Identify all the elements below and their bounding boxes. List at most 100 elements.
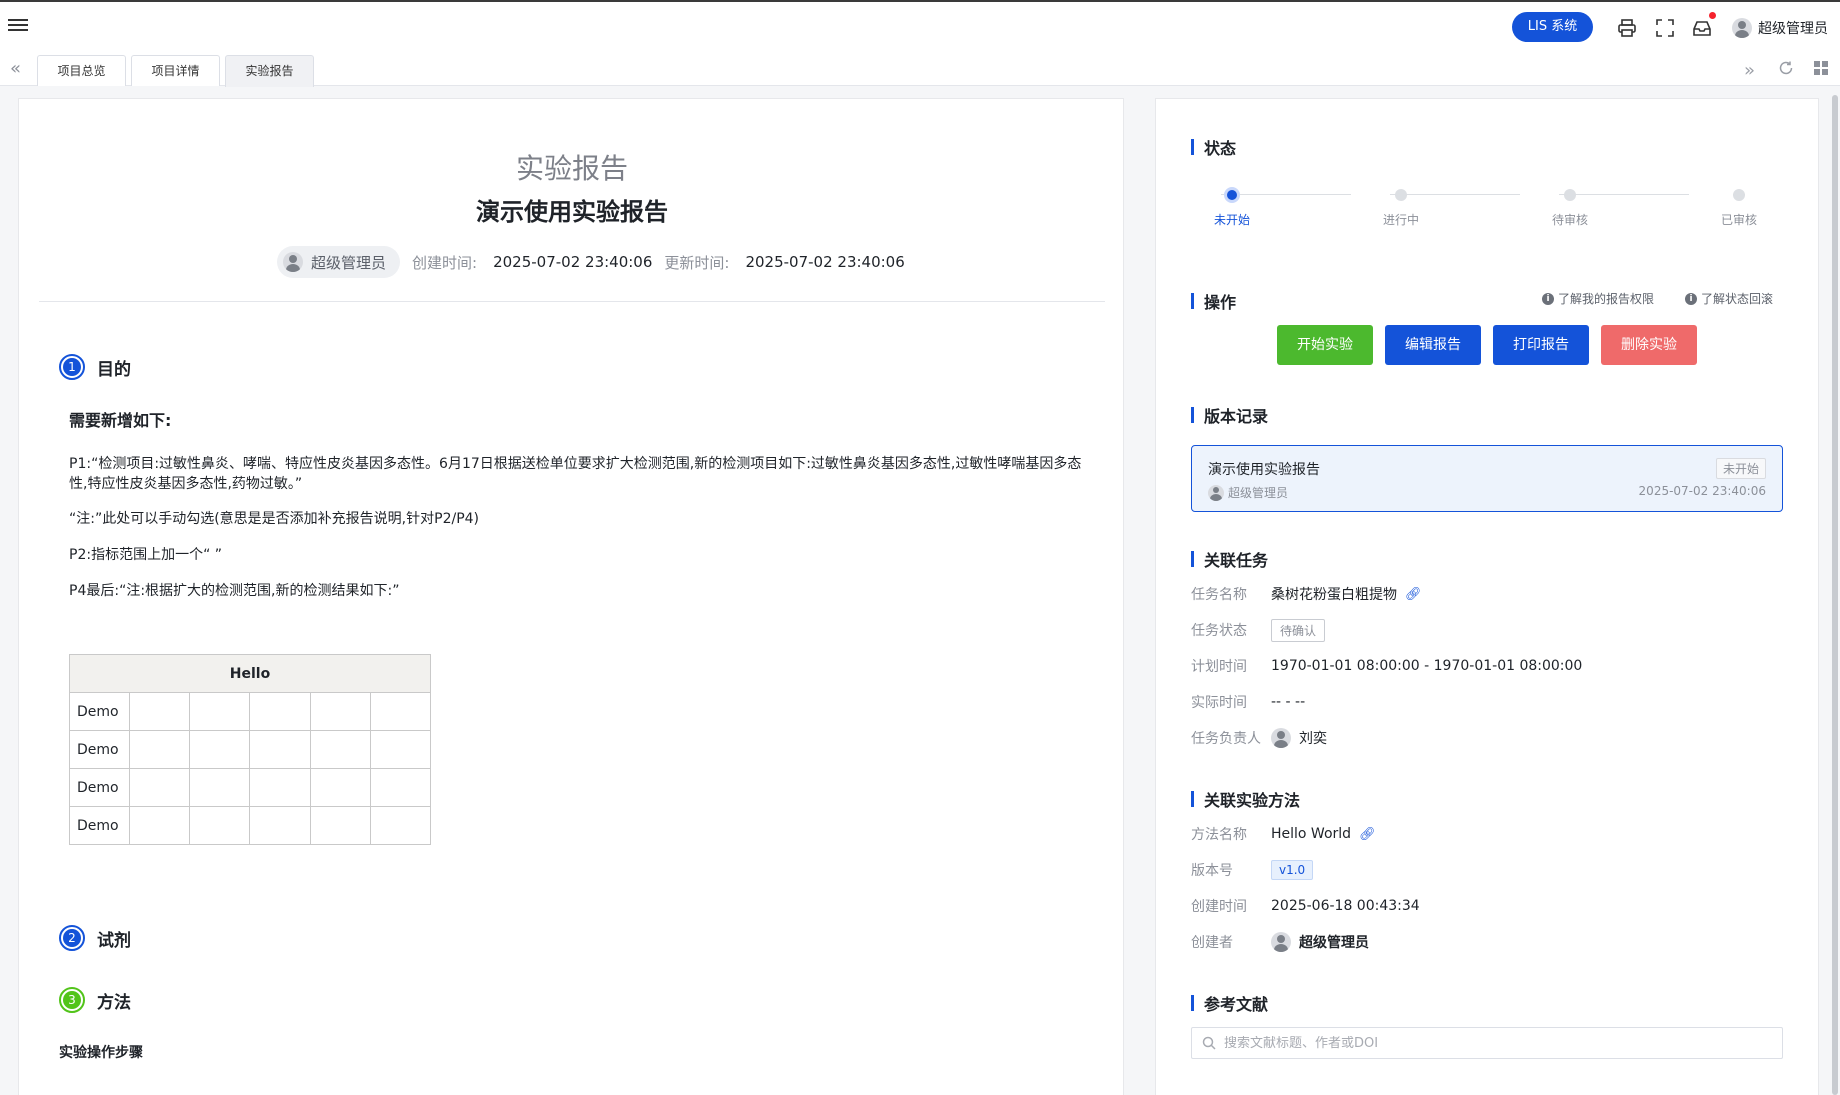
purpose-note: “注:”此处可以手动勾选(意思是是否添加补充报告说明,针对P2/P4) <box>69 511 480 527</box>
method-steps-label: 实验操作步骤 <box>59 1045 143 1061</box>
avatar <box>1208 484 1224 501</box>
method-name-row: 方法名称 Hello World 🔗︎ <box>1191 826 1376 843</box>
notification-dot <box>1709 12 1716 19</box>
section-title: 目的 <box>97 359 131 380</box>
step-in-progress: 进行中 <box>1361 189 1441 228</box>
status-badge: 未开始 <box>1715 458 1766 479</box>
report-panel: 实验报告 演示使用实验报告 超级管理员 创建时间: 2025-07-02 23:… <box>18 98 1124 1095</box>
rollback-link[interactable]: i 了解状态回滚 <box>1685 290 1773 307</box>
menu-icon[interactable] <box>8 16 28 36</box>
task-name-row: 任务名称 桑树花粉蛋白粗提物 🔗︎ <box>1191 582 1422 606</box>
version-title: 演示使用实验报告 <box>1208 462 1320 478</box>
info-icon: i <box>1542 292 1554 305</box>
user-menu[interactable]: 超级管理员 <box>1732 16 1828 40</box>
tab-project-overview[interactable]: 项目总览 <box>37 55 126 86</box>
method-created-time: 2025-06-18 00:43:34 <box>1271 898 1420 914</box>
delete-experiment-button[interactable]: 删除实验 <box>1601 325 1697 365</box>
section-number: 1 <box>59 354 85 380</box>
task-owner-row: 任务负责人 刘奕 <box>1191 726 1327 750</box>
side-panel: 状态 未开始 进行中 待审核 已审核 操作 i 了解我的报告权限 i 了解状态回… <box>1155 98 1819 1095</box>
section-reagents: 2 试剂 <box>59 925 131 951</box>
task-title: 关联任务 <box>1191 547 1268 571</box>
tab-bar: « 项目总览 项目详情 实验报告 » <box>0 52 1840 87</box>
report-meta: 超级管理员 创建时间: 2025-07-02 23:40:06 更新时间: 20… <box>277 246 905 278</box>
status-steps: 未开始 进行中 待审核 已审核 <box>1191 187 1791 249</box>
reference-search-input[interactable] <box>1224 1035 1764 1051</box>
link-icon[interactable]: 🔗︎ <box>1359 827 1376 842</box>
user-name: 超级管理员 <box>1758 21 1828 37</box>
status-title: 状态 <box>1191 135 1236 159</box>
permissions-link[interactable]: i 了解我的报告权限 <box>1542 290 1654 307</box>
refresh-icon[interactable] <box>1778 60 1794 80</box>
actual-time: -- - -- <box>1271 694 1306 710</box>
demo-table: Hello Demo Demo Demo Demo <box>68 654 432 845</box>
avatar <box>1271 728 1291 748</box>
table-row: Demo <box>68 768 432 807</box>
avatar <box>1271 932 1291 952</box>
purpose-p2: P2:指标范围上加一个“ ” <box>69 547 223 563</box>
link-icon[interactable]: 🔗︎ <box>1405 587 1422 602</box>
version-time: 2025-07-02 23:40:06 <box>1638 484 1766 498</box>
version-author: 超级管理员 <box>1208 484 1288 501</box>
tab-project-detail[interactable]: 项目详情 <box>131 55 220 86</box>
print-report-button[interactable]: 打印报告 <box>1493 325 1589 365</box>
purpose-p4: P4最后:“注:根据扩大的检测范围,新的检测结果如下:” <box>69 583 400 599</box>
top-bar: LIS 系统 超级管理员 <box>0 0 1840 52</box>
section-title: 方法 <box>97 992 131 1013</box>
reference-search[interactable] <box>1191 1027 1783 1059</box>
method-version-row: 版本号 v1.0 <box>1191 858 1314 882</box>
report-title: 演示使用实验报告 <box>476 198 668 226</box>
tab-scroll-left-icon[interactable]: « <box>10 60 21 78</box>
author-name: 超级管理员 <box>311 253 387 272</box>
divider <box>39 301 1105 302</box>
updated-label: 更新时间: <box>664 253 730 272</box>
task-status-row: 任务状态 待确认 <box>1191 618 1326 642</box>
scrollbar[interactable] <box>1832 95 1838 1095</box>
created-value: 2025-07-02 23:40:06 <box>493 253 653 271</box>
owner-name: 刘奕 <box>1299 731 1327 747</box>
section-method: 3 方法 <box>59 987 131 1013</box>
lis-system-button[interactable]: LIS 系统 <box>1512 12 1593 42</box>
inbox-icon[interactable] <box>1692 12 1716 38</box>
step-pending-review: 待审核 <box>1530 189 1610 228</box>
status-badge: 待确认 <box>1271 618 1326 642</box>
print-icon[interactable] <box>1617 18 1637 38</box>
fullscreen-icon[interactable] <box>1655 18 1675 38</box>
method-creator-row: 创建者 超级管理员 <box>1191 930 1369 954</box>
tab-scroll-right-icon[interactable]: » <box>1744 60 1755 81</box>
plan-time: 1970-01-01 08:00:00 - 1970-01-01 08:00:0… <box>1271 658 1583 674</box>
avatar <box>1732 18 1752 38</box>
task-actual-row: 实际时间 -- - -- <box>1191 694 1306 711</box>
method-name: Hello World <box>1271 826 1352 842</box>
method-title: 关联实验方法 <box>1191 787 1300 811</box>
task-name: 桑树花粉蛋白粗提物 <box>1271 587 1397 603</box>
report-label: 实验报告 <box>515 152 628 185</box>
creator-name: 超级管理员 <box>1299 935 1369 951</box>
updated-value: 2025-07-02 23:40:06 <box>745 253 905 271</box>
step-not-started: 未开始 <box>1192 187 1272 228</box>
author-chip: 超级管理员 <box>277 246 401 278</box>
versions-title: 版本记录 <box>1191 403 1268 427</box>
search-icon <box>1202 1036 1216 1050</box>
start-experiment-button[interactable]: 开始实验 <box>1277 325 1373 365</box>
table-header: Hello <box>69 654 431 693</box>
section-purpose: 1 目的 <box>59 354 131 380</box>
version-item[interactable]: 演示使用实验报告 未开始 超级管理员 2025-07-02 23:40:06 <box>1191 445 1783 512</box>
info-icon: i <box>1685 292 1697 305</box>
created-label: 创建时间: <box>412 253 478 272</box>
table-row: Demo <box>68 692 432 731</box>
section-title: 试剂 <box>97 930 131 951</box>
avatar <box>283 252 303 272</box>
section-number: 2 <box>59 925 85 951</box>
table-row: Demo <box>68 806 432 845</box>
references-title: 参考文献 <box>1191 991 1268 1015</box>
method-created-row: 创建时间 2025-06-18 00:43:34 <box>1191 898 1420 915</box>
version-badge: v1.0 <box>1271 860 1314 880</box>
step-reviewed: 已审核 <box>1699 189 1779 228</box>
operations-title: 操作 <box>1191 289 1236 313</box>
section-number: 3 <box>59 987 85 1013</box>
grid-icon[interactable] <box>1814 60 1828 79</box>
tab-experiment-report[interactable]: 实验报告 <box>225 55 314 87</box>
edit-report-button[interactable]: 编辑报告 <box>1385 325 1481 365</box>
table-row: Demo <box>68 730 432 769</box>
